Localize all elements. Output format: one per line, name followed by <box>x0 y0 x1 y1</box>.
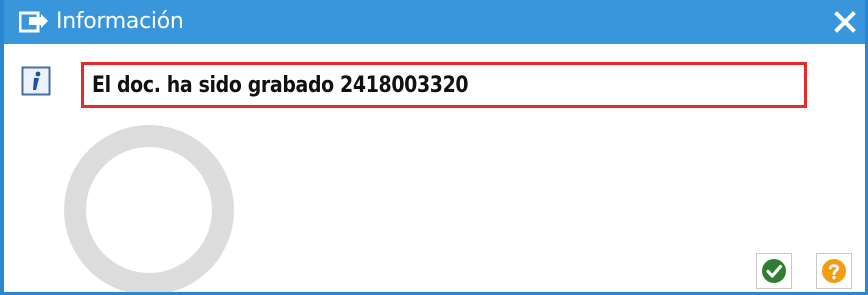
confirm-button[interactable] <box>756 253 792 289</box>
message-text: El doc. ha sido grabado 2418003320 <box>92 73 469 98</box>
circle-watermark <box>64 125 234 292</box>
info-icon <box>21 66 51 96</box>
message-highlight-box: El doc. ha sido grabado 2418003320 <box>81 62 807 108</box>
help-button[interactable] <box>816 253 852 289</box>
checkmark-icon <box>762 259 786 283</box>
question-icon <box>822 259 846 283</box>
dialog-title: Información <box>56 9 184 34</box>
close-icon[interactable] <box>831 8 859 36</box>
dialog-titlebar: Información <box>4 0 865 44</box>
dialog-window-icon <box>19 11 48 33</box>
information-dialog: Información El doc. ha sido grabado 2418… <box>0 0 868 295</box>
